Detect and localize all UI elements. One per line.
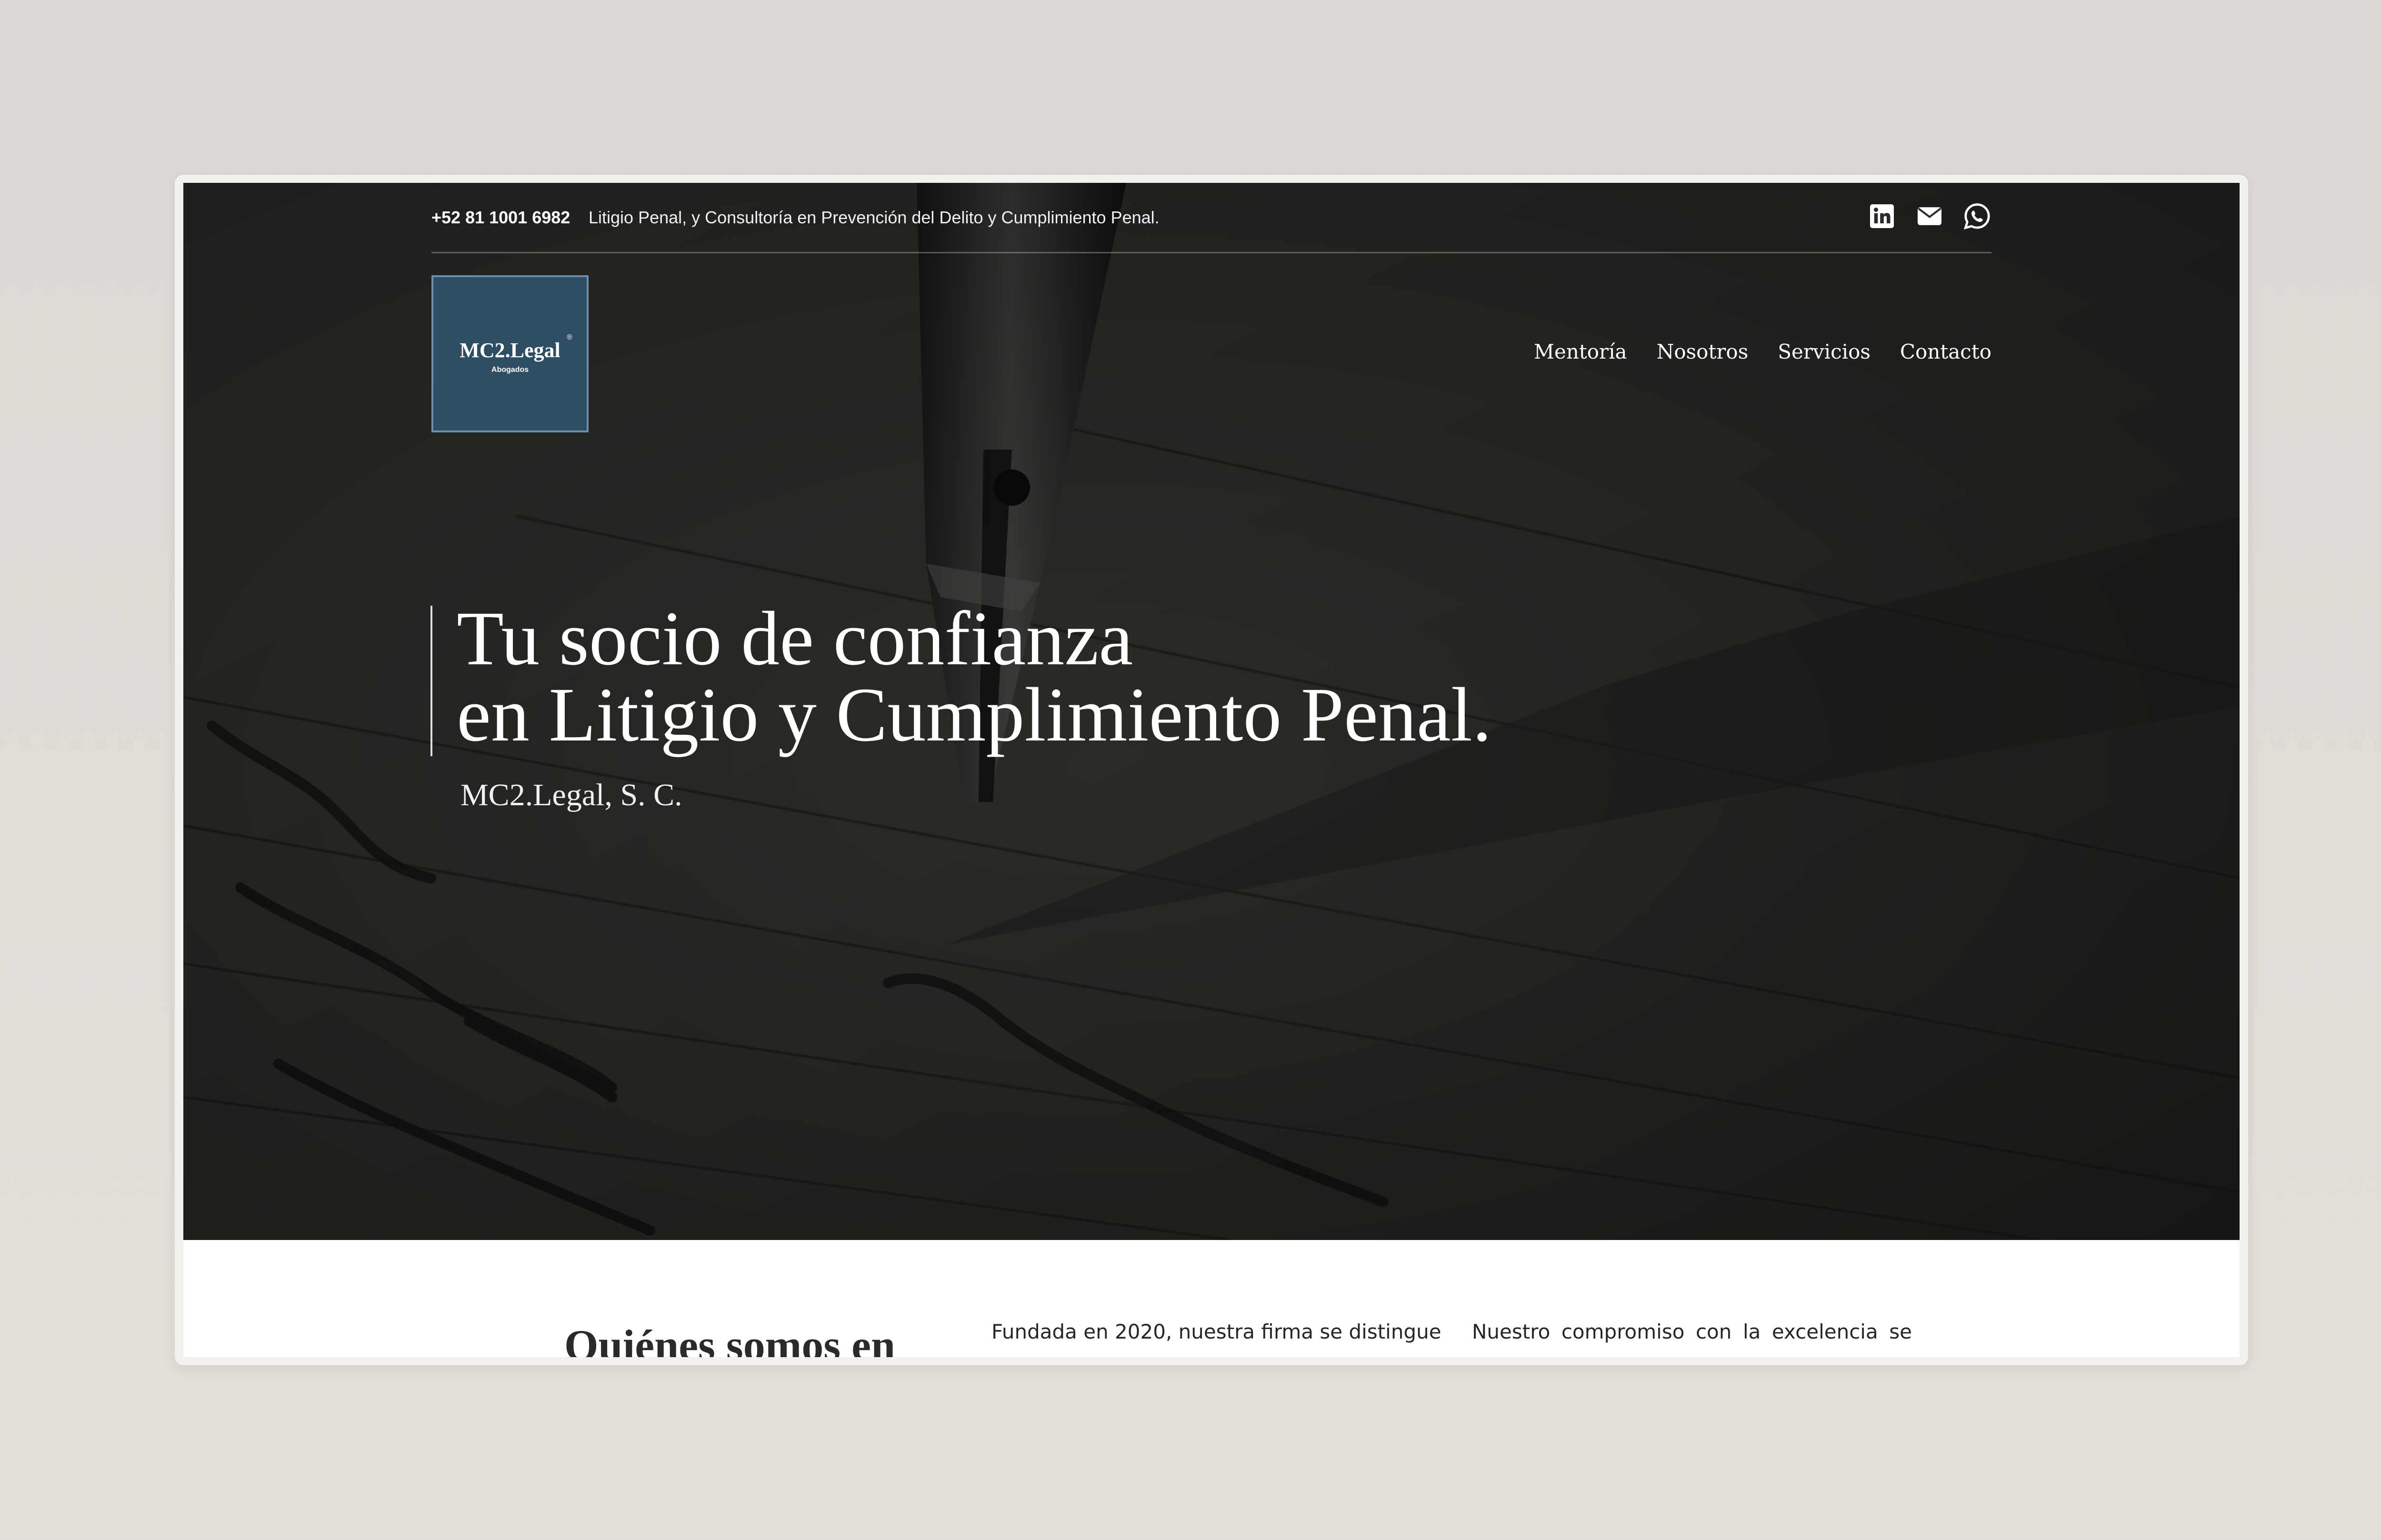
hero-section: +52 81 1001 6982 Litigio Penal, y Consul… — [183, 183, 2240, 1240]
nav-item-servicios[interactable]: Servicios — [1778, 340, 1871, 363]
hero-firm-name: MC2.Legal, S. C. — [460, 778, 682, 812]
main-navigation: Mentoría Nosotros Servicios Contacto — [1534, 340, 1991, 363]
tagline: Litigio Penal, y Consultoría en Prevenci… — [589, 208, 1160, 227]
headline-accent-bar — [430, 606, 432, 756]
linkedin-icon[interactable] — [1868, 202, 1896, 230]
nav-item-nosotros[interactable]: Nosotros — [1657, 340, 1749, 363]
hero-headline: Tu socio de confianza en Litigio y Cumpl… — [457, 596, 1492, 758]
hero-headline-line-2: en Litigio y Cumplimiento Penal. — [457, 672, 1492, 758]
about-column-1: Fundada en 2020, nuestra firma se distin… — [991, 1320, 1441, 1343]
logo-brand-text: MC2.Legal — [460, 339, 560, 362]
logo-subtitle: Abogados — [491, 366, 529, 374]
top-utility-bar: +52 81 1001 6982 Litigio Penal, y Consul… — [431, 183, 1991, 253]
about-section: Quiénes somos en Fundada en 2020, nuestr… — [183, 1240, 2240, 1357]
page-window: +52 81 1001 6982 Litigio Penal, y Consul… — [183, 183, 2240, 1357]
hero-headline-line-1: Tu socio de confianza — [457, 596, 1133, 681]
about-title: Quiénes somos en — [564, 1321, 896, 1357]
nav-item-contacto[interactable]: Contacto — [1900, 340, 1991, 363]
site-logo[interactable]: MC2.Legal ® Abogados — [431, 275, 589, 432]
social-links — [1868, 202, 1991, 230]
whatsapp-icon[interactable] — [1963, 202, 1991, 230]
about-column-2: Nuestro compromiso con la excelencia se — [1472, 1320, 1912, 1343]
email-icon[interactable] — [1915, 202, 1944, 230]
logo-registered-mark: ® — [567, 333, 572, 341]
nav-item-mentoria[interactable]: Mentoría — [1534, 340, 1627, 363]
phone-number[interactable]: +52 81 1001 6982 — [431, 208, 570, 228]
